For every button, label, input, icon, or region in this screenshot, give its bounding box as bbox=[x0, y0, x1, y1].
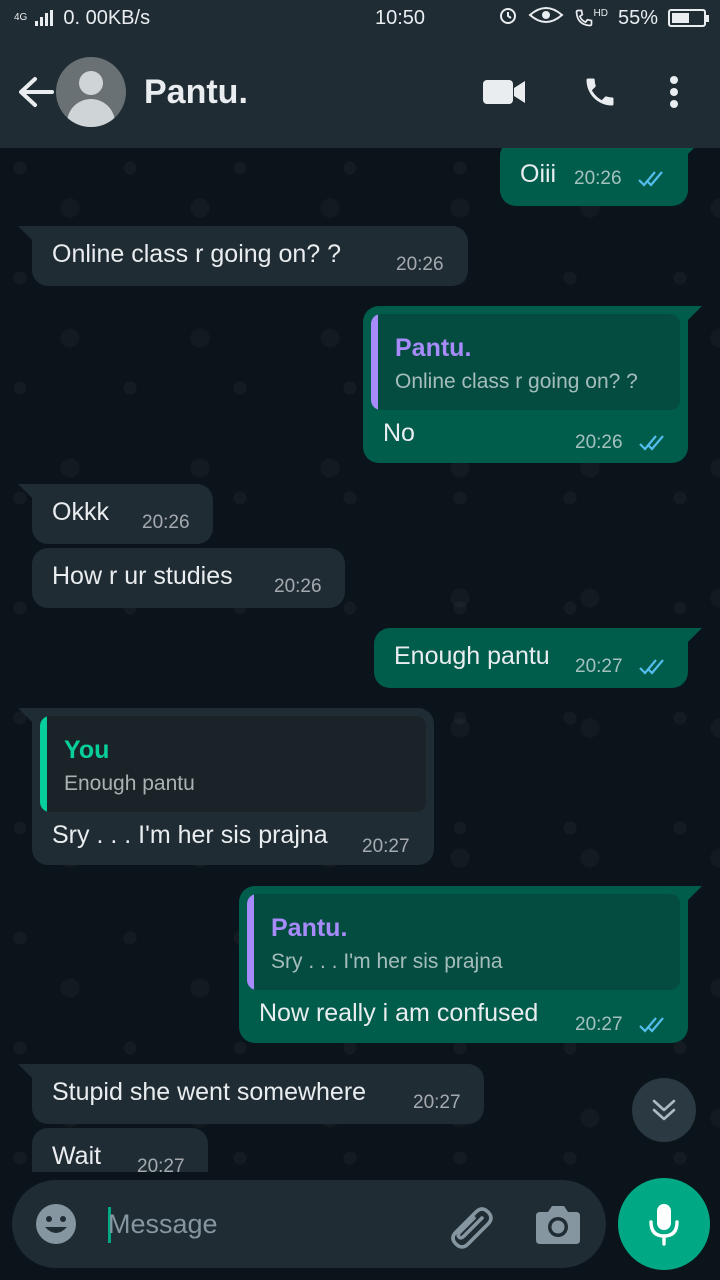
phone-icon bbox=[586, 78, 614, 106]
message-bubble-incoming[interactable]: Online class r going on? ? 20:26 bbox=[18, 226, 468, 286]
quoted-sender: Pantu. bbox=[395, 334, 472, 362]
attach-button[interactable] bbox=[446, 1200, 498, 1252]
message-bubble-incoming[interactable]: Stupid she went somewhere 20:27 bbox=[18, 1064, 484, 1124]
more-options-button[interactable] bbox=[648, 36, 700, 148]
arrow-left-icon bbox=[19, 77, 54, 107]
battery-icon bbox=[668, 9, 709, 27]
message-text: How r ur studies bbox=[52, 562, 233, 590]
network-type: 4G bbox=[14, 12, 28, 23]
quoted-text: Online class r going on? ? bbox=[395, 370, 638, 393]
microphone-icon bbox=[649, 1204, 679, 1246]
alarm-icon bbox=[498, 5, 518, 31]
network-speed: 0. 00KB/s bbox=[63, 6, 151, 29]
kebab-menu-icon bbox=[670, 76, 678, 108]
emoji-icon bbox=[36, 1204, 76, 1244]
video-call-button[interactable] bbox=[456, 36, 552, 148]
message-time: 20:27 bbox=[362, 836, 410, 857]
message-time: 20:26 bbox=[574, 168, 622, 189]
read-ticks-icon bbox=[639, 659, 664, 675]
message-bubble-incoming[interactable]: Wait 20:27 bbox=[32, 1128, 208, 1172]
camera-button[interactable] bbox=[534, 1202, 582, 1246]
read-ticks-icon bbox=[638, 171, 663, 187]
message-bubble-outgoing[interactable]: Enough pantu 20:27 bbox=[374, 628, 702, 688]
message-text: Online class r going on? ? bbox=[52, 240, 342, 268]
message-time: 20:27 bbox=[137, 1156, 185, 1172]
double-chevron-down-icon bbox=[652, 1099, 676, 1121]
message-text: Oiii bbox=[520, 160, 557, 188]
read-ticks-icon bbox=[639, 1017, 664, 1033]
message-bubble-outgoing[interactable]: Pantu. Sry . . . I'm her sis prajna Now … bbox=[239, 886, 702, 1043]
voice-call-button[interactable] bbox=[552, 36, 648, 148]
message-time: 20:27 bbox=[575, 1014, 623, 1035]
clock: 10:50 bbox=[374, 6, 426, 29]
message-composer: Message bbox=[12, 1180, 606, 1268]
message-text: No bbox=[383, 419, 415, 447]
message-text: Sry . . . I'm her sis prajna bbox=[52, 821, 328, 849]
message-time: 20:27 bbox=[413, 1092, 461, 1113]
message-time: 20:26 bbox=[142, 512, 190, 533]
status-bar: 4G 0. 00KB/s 10:50 HD 55% bbox=[0, 0, 720, 36]
message-time: 20:27 bbox=[575, 656, 623, 677]
message-bubble-outgoing[interactable]: Pantu. Online class r going on? ? No 20:… bbox=[363, 306, 702, 463]
message-time: 20:26 bbox=[396, 254, 444, 275]
video-camera-icon bbox=[483, 80, 525, 104]
quoted-sender: Pantu. bbox=[271, 914, 348, 942]
quoted-sender: You bbox=[64, 736, 110, 764]
scroll-to-bottom-button[interactable] bbox=[632, 1078, 696, 1142]
message-text: Wait bbox=[52, 1142, 102, 1170]
contact-name[interactable]: Pantu. bbox=[144, 73, 456, 112]
message-text: Enough pantu bbox=[394, 642, 550, 670]
quoted-message[interactable]: Pantu. Online class r going on? ? bbox=[371, 314, 680, 410]
camera-icon bbox=[536, 1206, 580, 1244]
message-input[interactable]: Message bbox=[108, 1209, 218, 1240]
signal-icon bbox=[35, 10, 54, 26]
avatar[interactable] bbox=[56, 57, 126, 127]
message-text: Stupid she went somewhere bbox=[52, 1078, 367, 1106]
voice-record-button[interactable] bbox=[618, 1178, 710, 1270]
back-button[interactable] bbox=[0, 36, 64, 148]
eye-icon bbox=[527, 5, 564, 31]
battery-percent: 55% bbox=[617, 6, 658, 29]
message-text: Okkk bbox=[52, 498, 109, 526]
message-bubble-outgoing[interactable]: Oiii 20:26 bbox=[500, 148, 702, 206]
message-time: 20:26 bbox=[575, 432, 623, 453]
paperclip-icon bbox=[451, 1207, 493, 1249]
quoted-message[interactable]: Pantu. Sry . . . I'm her sis prajna bbox=[247, 894, 680, 990]
hd-call-icon: HD bbox=[574, 8, 608, 28]
chat-header: Pantu. bbox=[0, 36, 720, 148]
quoted-text: Sry . . . I'm her sis prajna bbox=[271, 950, 503, 973]
message-text: Now really i am confused bbox=[259, 999, 539, 1027]
quoted-text: Enough pantu bbox=[64, 772, 195, 795]
read-ticks-icon bbox=[639, 435, 664, 451]
message-bubble-incoming[interactable]: Okkk 20:26 bbox=[18, 484, 213, 544]
quoted-message[interactable]: You Enough pantu bbox=[40, 716, 426, 812]
chat-area[interactable]: Oiii 20:26 Online class r going on? ? 20… bbox=[0, 148, 720, 1172]
message-bubble-incoming[interactable]: You Enough pantu Sry . . . I'm her sis p… bbox=[18, 708, 434, 865]
message-time: 20:26 bbox=[274, 576, 322, 597]
message-bubble-incoming[interactable]: How r ur studies 20:26 bbox=[32, 548, 345, 608]
emoji-button[interactable] bbox=[34, 1202, 78, 1246]
